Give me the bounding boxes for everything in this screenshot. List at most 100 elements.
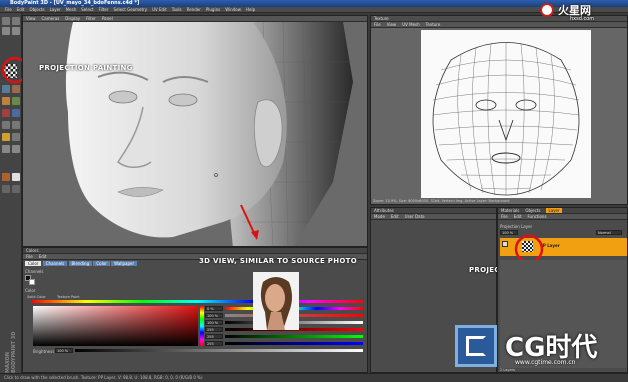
viewport-menu-panel[interactable]: Panel [102,16,113,21]
menu-help[interactable]: Help [246,7,255,13]
menu-bar: File Edit Objects Layer Mesh Select Filter Sele… [0,7,628,13]
menu-uv-edit[interactable]: UV Edit [152,7,167,13]
menu-select-geometry[interactable]: Select Geometry [114,7,148,13]
watermark-cgtime: CG时代 www.cgtime.com.cn [455,325,625,375]
spectrum-bar[interactable] [31,300,364,303]
texture-menu-texture[interactable]: Texture [426,22,441,27]
viewport-3d[interactable]: ViewCamerasDisplayFilterPanel Parallel [22,15,368,247]
blend-mode-select[interactable]: Normal [596,230,622,235]
projection-layer-section: Projection Layer [500,224,533,229]
color-picker-field[interactable] [33,306,198,346]
menu-plugins[interactable]: Plugins [206,7,220,13]
slider-b[interactable] [225,342,363,345]
value-s[interactable]: 100 % [205,313,223,318]
move-icon[interactable] [2,27,10,35]
menu-objects[interactable]: Objects [29,7,44,13]
tab-layer[interactable]: Layer [546,208,562,213]
fill-icon[interactable] [2,97,10,105]
value-r[interactable]: 255 [205,327,223,332]
tab-wallpaper[interactable]: Wallpaper [111,261,138,266]
tab-color-2[interactable]: Color [93,261,110,266]
source-photo [253,272,299,330]
color-label: Color [25,288,36,293]
texture-status: Zoom: 10.9%, Size: 8000x6000, 32bit, Ver… [373,199,510,203]
annotation-projection-painting: PROJECTION PAINTING [39,64,133,72]
brightness-label: Brightness [33,349,55,354]
colors-panel: Colors File Edit Color Channels Blending … [22,247,368,373]
menu-window[interactable]: Window [225,7,241,13]
attributes-menu-user-data[interactable]: User Data [405,214,425,219]
colors-tabs: Color Channels Blending Color Wallpaper [25,261,138,267]
lasso-icon[interactable] [12,121,20,129]
cgtime-logo-mark [466,336,486,356]
slider-g[interactable] [225,335,363,338]
polygon-icon[interactable] [12,133,20,141]
hxsd-logo-icon [540,3,554,17]
attributes-menu: Mode Edit User Data [371,214,496,220]
brightness-slider[interactable] [75,349,363,352]
menu-filter[interactable]: Filter [99,7,109,13]
menu-select[interactable]: Select [81,7,93,13]
cgtime-url: www.cgtime.com.cn [515,359,576,366]
value-v[interactable]: 100 % [205,320,223,325]
undo-icon[interactable] [2,17,10,25]
value-g[interactable]: 255 [205,334,223,339]
point-icon[interactable] [2,145,10,153]
texture-view[interactable]: Texture File View UV Mesh Texture Zoom: 10.… [370,15,628,205]
colors-menu-edit[interactable]: Edit [39,254,47,259]
colors-menu-file[interactable]: File [26,254,33,259]
scale-icon[interactable] [12,27,20,35]
layer-visibility-icon[interactable] [502,241,508,247]
menu-layer[interactable]: Layer [50,7,61,13]
uv-mesh-canvas[interactable] [421,30,591,198]
magnet-icon[interactable] [12,185,20,193]
viewport-menu-display[interactable]: Display [65,16,80,21]
texture-menu-uvmesh[interactable]: UV Mesh [402,22,419,27]
secondary-color-icon[interactable] [12,173,20,181]
viewport-menu-filter[interactable]: Filter [86,16,96,21]
menu-mesh[interactable]: Mesh [66,7,77,13]
dodge-icon[interactable] [12,109,20,117]
texture-menu-view[interactable]: View [387,22,397,27]
tab-color[interactable]: Color [25,261,42,266]
edge-icon[interactable] [12,145,20,153]
background-swatch[interactable] [29,279,35,285]
window-title: BodyPaint 3D - [UV_mayo_34_bdoFenns.c4d … [0,0,628,7]
smudge-icon[interactable] [2,109,10,117]
color-swatch-icon[interactable] [2,173,10,181]
attributes-menu-edit[interactable]: Edit [391,214,399,219]
maxon-side-logo: MAXON BODYPAINT 3D [5,331,17,373]
tab-objects[interactable]: Objects [525,208,540,213]
tab-channels[interactable]: Channels [42,261,68,266]
brightness-value[interactable]: 100 % [55,348,73,353]
tab-blending[interactable]: Blending [68,261,93,266]
subtab-solid-color[interactable]: Solid Color [27,295,46,299]
value-b[interactable]: 255 [205,341,223,346]
status-bar: Click to draw with the selected brush. T… [0,373,628,381]
viewport-menu-cameras[interactable]: Cameras [42,16,60,21]
cgtime-logo-icon [455,325,497,367]
hxsd-url: hxsd.com [570,16,595,22]
watermark-hxsd: 火星网 hxsd.com [540,2,626,24]
hue-slider[interactable] [200,306,204,346]
attributes-menu-mode[interactable]: Mode [374,214,385,219]
grid-icon[interactable] [2,185,10,193]
subtab-texture-paint[interactable]: Texture Paint [57,295,80,299]
selection-icon[interactable] [2,121,10,129]
layers-menu: File Edit Functions [498,214,627,220]
menu-render[interactable]: Render [187,7,201,13]
texture-menu-file[interactable]: File [374,22,381,27]
layers-menu-edit[interactable]: Edit [514,214,522,219]
clone-icon[interactable] [12,97,20,105]
channels-label: Channels [25,269,44,274]
layers-menu-functions[interactable]: Functions [527,214,546,219]
value-h[interactable]: 0 % [205,306,223,311]
redo-icon[interactable] [12,17,20,25]
menu-tools[interactable]: Tools [172,7,182,13]
text-icon[interactable] [2,133,10,141]
annotation-3d-view: 3D VIEW, SIMILAR TO SOURCE PHOTO [199,257,357,265]
layers-menu-file[interactable]: File [501,214,508,219]
viewport-menu-view[interactable]: View [26,16,36,21]
head-model [23,22,367,246]
tab-materials[interactable]: Materials [501,208,519,213]
